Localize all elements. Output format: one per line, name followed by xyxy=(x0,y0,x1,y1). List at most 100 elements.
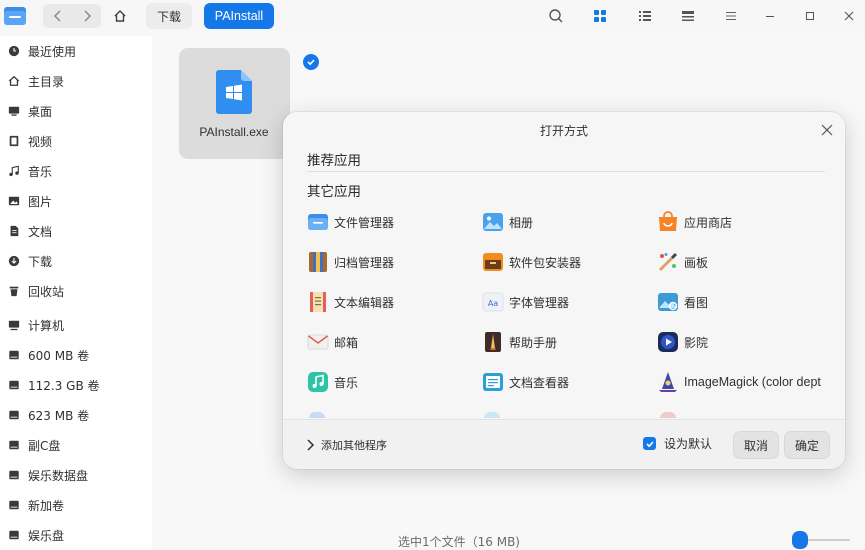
forward-button[interactable] xyxy=(72,4,101,28)
sidebar-item[interactable]: 音乐 xyxy=(0,158,152,184)
music-icon xyxy=(7,164,21,178)
app-item-label: 音乐 xyxy=(334,375,359,390)
sidebar-item-label: 623 MB 卷 xyxy=(28,408,90,423)
app-item[interactable]: ImageMagick (color dept xyxy=(657,370,821,394)
sidebar-item-label: 计算机 xyxy=(28,318,65,333)
app-item[interactable]: 画板 xyxy=(657,250,708,274)
minimize-button[interactable] xyxy=(760,6,780,26)
sidebar-item[interactable]: 桌面 xyxy=(0,98,152,124)
chevron-right-icon xyxy=(83,10,91,22)
sidebar-item[interactable]: 娱乐数据盘 xyxy=(0,462,152,488)
app-item-label: ImageMagick (color dept xyxy=(684,375,821,389)
chevron-right-icon xyxy=(307,439,315,451)
icon-view-button[interactable] xyxy=(590,6,610,26)
sidebar-item[interactable]: 计算机 xyxy=(0,312,152,338)
app-item[interactable]: 邮箱 xyxy=(307,330,358,354)
cutoff-app-icon xyxy=(309,412,325,418)
app-item[interactable]: 文件管理器 xyxy=(307,210,394,234)
app-item[interactable]: 归档管理器 xyxy=(307,250,394,274)
sidebar-item-label: 文档 xyxy=(28,224,53,239)
dialog-footer: 添加其他程序 设为默认 取消 确定 xyxy=(283,419,845,469)
archive-manager-icon xyxy=(307,251,329,273)
sidebar-item[interactable]: 最近使用 xyxy=(0,38,152,64)
maximize-button[interactable] xyxy=(800,6,820,26)
sidebar-item[interactable]: 图片 xyxy=(0,188,152,214)
file-item-selected[interactable]: PAInstall.exe xyxy=(179,48,319,159)
sidebar-item-label: 桌面 xyxy=(28,104,53,119)
computer-icon xyxy=(7,318,21,332)
maximize-icon xyxy=(806,12,814,20)
exe-file-icon xyxy=(216,70,252,114)
app-item-label: 文档查看器 xyxy=(509,375,570,390)
disk-icon xyxy=(7,498,21,512)
add-other-program-button[interactable]: 添加其他程序 xyxy=(305,437,387,453)
detail-view-icon xyxy=(682,11,694,21)
breadcrumb-download[interactable]: 下载 xyxy=(146,3,192,29)
mail-icon xyxy=(307,331,329,353)
document-viewer-icon xyxy=(482,371,504,393)
file-manager-logo-icon xyxy=(3,4,27,28)
app-item-label: 归档管理器 xyxy=(334,255,395,270)
title-bar: 下载 PAInstall xyxy=(0,0,865,36)
cancel-button[interactable]: 取消 xyxy=(733,431,779,459)
sidebar-item-label: 主目录 xyxy=(28,74,65,89)
sidebar-item[interactable]: 文档 xyxy=(0,218,152,244)
app-item[interactable]: 影院 xyxy=(657,330,708,354)
app-item[interactable]: Aa 字体管理器 xyxy=(482,290,569,314)
image-viewer-icon xyxy=(657,291,679,313)
sidebar-item-label: 112.3 GB 卷 xyxy=(28,378,100,393)
svg-text:Aa: Aa xyxy=(488,299,498,308)
sidebar-item[interactable]: 回收站 xyxy=(0,278,152,304)
app-item[interactable]: 相册 xyxy=(482,210,533,234)
close-window-button[interactable] xyxy=(839,6,859,26)
zoom-slider-track[interactable] xyxy=(806,539,850,541)
document-icon xyxy=(7,224,21,238)
app-item[interactable]: 应用商店 xyxy=(657,210,732,234)
tree-view-button[interactable] xyxy=(678,6,698,26)
cutoff-app-icon xyxy=(484,412,500,418)
app-item-label: 帮助手册 xyxy=(509,335,558,350)
set-default-row[interactable]: 设为默认 xyxy=(643,435,712,452)
close-icon xyxy=(821,124,833,136)
app-item[interactable]: 文本编辑器 xyxy=(307,290,394,314)
confirm-button[interactable]: 确定 xyxy=(784,431,830,459)
list-view-button[interactable] xyxy=(635,6,655,26)
app-item-label: 文本编辑器 xyxy=(334,295,395,310)
app-item-label: 相册 xyxy=(509,215,534,230)
sidebar-item-label: 600 MB 卷 xyxy=(28,348,90,363)
app-item[interactable]: 音乐 xyxy=(307,370,358,394)
sidebar-item[interactable]: 600 MB 卷 xyxy=(0,342,152,368)
zoom-slider-handle[interactable] xyxy=(792,531,808,549)
app-item-label: 应用商店 xyxy=(684,215,733,230)
breadcrumb-current[interactable]: PAInstall xyxy=(204,3,274,29)
app-item[interactable]: 软件包安装器 xyxy=(482,250,581,274)
app-item-label: 邮箱 xyxy=(334,335,359,350)
font-manager-icon: Aa xyxy=(482,291,504,313)
close-icon xyxy=(844,11,854,21)
add-other-label: 添加其他程序 xyxy=(321,439,387,452)
app-item[interactable]: 看图 xyxy=(657,290,708,314)
sidebar-item[interactable]: 下载 xyxy=(0,248,152,274)
app-item-label: 看图 xyxy=(684,295,709,310)
sidebar-item-label: 娱乐数据盘 xyxy=(28,468,89,483)
sidebar-item-label: 音乐 xyxy=(28,164,53,179)
app-item[interactable]: 帮助手册 xyxy=(482,330,557,354)
minimize-icon xyxy=(766,16,774,17)
sidebar-item[interactable]: 主目录 xyxy=(0,68,152,94)
search-button[interactable] xyxy=(546,6,566,26)
recommended-apps-title: 推荐应用 xyxy=(307,153,361,169)
main-menu-button[interactable] xyxy=(721,6,741,26)
set-default-checkbox[interactable] xyxy=(643,437,656,450)
sidebar-item[interactable]: 副C盘 xyxy=(0,432,152,458)
sidebar-item[interactable]: 视频 xyxy=(0,128,152,154)
app-item[interactable]: 文档查看器 xyxy=(482,370,569,394)
sidebar-item[interactable]: 623 MB 卷 xyxy=(0,402,152,428)
sidebar-item[interactable]: 新加卷 xyxy=(0,492,152,518)
back-button[interactable] xyxy=(43,4,72,28)
sidebar-item[interactable]: 娱乐盘 xyxy=(0,522,152,548)
app-item-label: 画板 xyxy=(684,255,709,270)
sidebar-item[interactable]: 112.3 GB 卷 xyxy=(0,372,152,398)
dialog-close-button[interactable] xyxy=(820,123,834,137)
home-button[interactable] xyxy=(109,4,131,28)
check-icon xyxy=(645,440,654,447)
